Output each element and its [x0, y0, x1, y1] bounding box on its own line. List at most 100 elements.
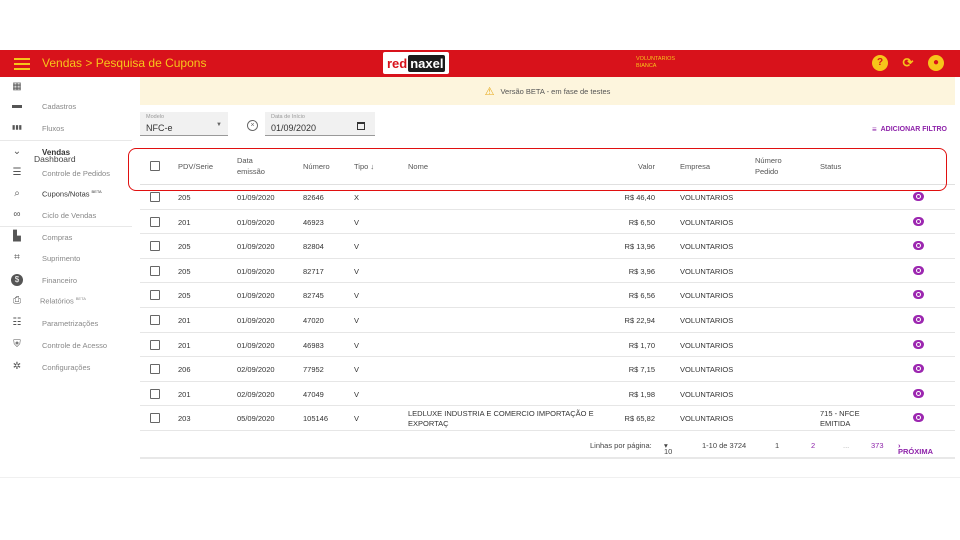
page-range: 1-10 de 3724: [702, 441, 747, 450]
sidebar-item-label: Configurações: [42, 362, 91, 372]
beta-badge: BETA: [91, 189, 102, 195]
view-icon[interactable]: [913, 192, 924, 201]
select-all-checkbox[interactable]: [150, 161, 160, 171]
dropdown-arrow-icon: ▼: [216, 122, 222, 128]
sidebar-item-vendas[interactable]: ⌄ Vendas: [0, 142, 132, 162]
sidebar: ▦ Dashboard ▬ Cadastros ▮▮▮ Fluxos ⌄ Ven…: [0, 77, 132, 477]
cell-pdv: 201: [178, 316, 191, 325]
cell-valor: R$ 6,56: [628, 291, 655, 301]
cell-pdv: 201: [178, 340, 191, 350]
view-icon[interactable]: [913, 388, 924, 398]
modelo-select[interactable]: Modelo NFC-e ▼: [140, 112, 228, 136]
view-icon[interactable]: [913, 413, 924, 423]
sidebar-item-label: Suprimento: [42, 253, 81, 263]
header-tipo[interactable]: Tipo ↓: [354, 161, 374, 172]
view-icon[interactable]: [913, 315, 924, 324]
columns-icon: ▮▮▮: [12, 125, 22, 131]
sidebar-item-label: Compras: [42, 232, 73, 242]
cell-numero: 82717: [303, 266, 324, 276]
logo-dark-text: naxel: [408, 54, 446, 72]
row-checkbox[interactable]: [150, 388, 160, 399]
account-icon[interactable]: ●: [928, 55, 944, 71]
cell-empresa: VOLUNTARIOS: [680, 217, 734, 227]
add-filter-button[interactable]: ≡ ADICIONAR FILTRO: [872, 125, 947, 134]
sidebar-item-fluxos[interactable]: ▮▮▮ Fluxos: [0, 118, 132, 138]
menu-icon[interactable]: [14, 55, 30, 71]
header-empresa[interactable]: Empresa: [680, 161, 710, 172]
rows-per-page-select[interactable]: 10 ▾: [664, 441, 672, 456]
user-info: VOLUNTARIOS BIANCA: [636, 56, 675, 70]
cell-pdv: 205: [178, 291, 191, 301]
header-numero-pedido[interactable]: Número Pedido: [755, 155, 782, 177]
row-checkbox[interactable]: [150, 364, 160, 375]
brand-logo[interactable]: red naxel: [383, 52, 449, 74]
sidebar-item-parametrizacoes[interactable]: ☷ Parametrizações: [0, 313, 132, 333]
table-row[interactable]: 205 01/09/2020 82745 V R$ 6,56 VOLUNTARIOS: [140, 283, 955, 308]
row-checkbox[interactable]: [150, 413, 160, 424]
table-row[interactable]: 205 01/09/2020 82646 X R$ 46,40 VOLUNTARIOS: [140, 185, 955, 210]
header-data-emissao[interactable]: Data emissão: [237, 155, 265, 177]
sidebar-item-suprimento[interactable]: ⌗ Suprimento: [0, 248, 132, 268]
cell-status: 715 - NFCE EMITIDA: [820, 409, 860, 429]
page-2[interactable]: 2: [811, 441, 815, 450]
cell-data: 01/09/2020: [237, 291, 275, 301]
header-nome[interactable]: Nome: [408, 161, 428, 172]
table-row[interactable]: 201 01/09/2020 47020 V R$ 22,94 VOLUNTARIOS: [140, 308, 955, 333]
table-row[interactable]: 203 05/09/2020 105146 V LEDLUXE INDUSTRIA E …: [140, 406, 955, 431]
calendar-icon[interactable]: [357, 122, 365, 130]
cell-numero: 105146: [303, 414, 329, 424]
sidebar-item-cadastros[interactable]: ▬ Cadastros: [0, 96, 132, 116]
sidebar-item-dashboard[interactable]: ▦ Dashboard: [0, 77, 132, 164]
row-checkbox[interactable]: [150, 265, 160, 276]
row-checkbox[interactable]: [150, 192, 160, 202]
printer-icon: ⎙: [13, 295, 21, 306]
cell-empresa: VOLUNTARIOS: [680, 414, 734, 424]
table-row[interactable]: 201 01/09/2020 46983 V R$ 1,70 VOLUNTARIOS: [140, 333, 955, 358]
cell-pdv: 205: [178, 193, 191, 202]
page-last[interactable]: 373: [871, 441, 884, 450]
cell-tipo: V: [354, 414, 360, 424]
banner-text: Versão BETA - em fase de testes: [500, 86, 611, 96]
header-valor[interactable]: Valor: [638, 161, 655, 172]
table-row[interactable]: 201 02/09/2020 47049 V R$ 1,98 VOLUNTARIOS: [140, 382, 955, 407]
next-page-button[interactable]: PRÓXIMA ›: [898, 441, 933, 456]
view-icon[interactable]: [913, 290, 924, 300]
page-1[interactable]: 1: [775, 441, 779, 450]
row-checkbox[interactable]: [150, 290, 160, 301]
sidebar-item-financeiro[interactable]: $ Financeiro: [0, 270, 132, 290]
header-status[interactable]: Status: [820, 161, 841, 172]
table-row[interactable]: 201 01/09/2020 46923 V R$ 6,50 VOLUNTARIOS: [140, 210, 955, 235]
cell-numero: 82804: [303, 242, 324, 252]
cell-tipo: V: [354, 389, 360, 399]
table-row[interactable]: 205 01/09/2020 82717 V R$ 3,96 VOLUNTARIOS: [140, 259, 955, 284]
sidebar-item-relatorios[interactable]: ⎙ Relatórios BETA: [0, 291, 132, 311]
sidebar-item-cupons-notas[interactable]: ⌕ Cupons/Notas BETA: [0, 184, 132, 204]
sidebar-item-label: Cupons/Notas BETA: [42, 189, 102, 199]
sidebar-item-controle-acesso[interactable]: ⛨ Controle de Acesso: [0, 335, 132, 355]
refresh-icon[interactable]: ⟳: [900, 55, 916, 71]
row-checkbox[interactable]: [150, 216, 160, 227]
view-icon[interactable]: [913, 265, 924, 275]
date-start-value: 01/09/2020: [271, 123, 317, 133]
search-icon: ⌕: [14, 188, 20, 199]
view-icon[interactable]: [913, 216, 924, 226]
sidebar-item-configuracoes[interactable]: ✲ Configurações: [0, 357, 132, 377]
row-checkbox[interactable]: [150, 315, 160, 325]
view-icon[interactable]: [913, 339, 924, 349]
clear-icon[interactable]: ×: [247, 120, 258, 131]
sidebar-item-ciclo-vendas[interactable]: ∞ Ciclo de Vendas: [0, 205, 132, 225]
row-checkbox[interactable]: [150, 339, 160, 350]
view-icon[interactable]: [913, 364, 924, 374]
store-icon: ▙: [13, 231, 21, 242]
table-row[interactable]: 205 01/09/2020 82804 V R$ 13,96 VOLUNTARIOS: [140, 234, 955, 259]
sidebar-item-compras[interactable]: ▙ Compras: [0, 227, 132, 247]
sidebar-item-controle-pedidos[interactable]: ☰ Controle de Pedidos: [0, 163, 132, 183]
cell-empresa: VOLUNTARIOS: [680, 242, 734, 252]
row-checkbox[interactable]: [150, 241, 160, 252]
help-icon[interactable]: ?: [872, 55, 888, 71]
date-start-field[interactable]: Data de Início 01/09/2020: [265, 112, 375, 136]
view-icon[interactable]: [913, 241, 924, 251]
header-numero[interactable]: Número: [303, 161, 330, 172]
table-row[interactable]: 206 02/09/2020 77952 V R$ 7,15 VOLUNTARIOS: [140, 357, 955, 382]
header-pdv[interactable]: PDV/Serie: [178, 161, 213, 172]
